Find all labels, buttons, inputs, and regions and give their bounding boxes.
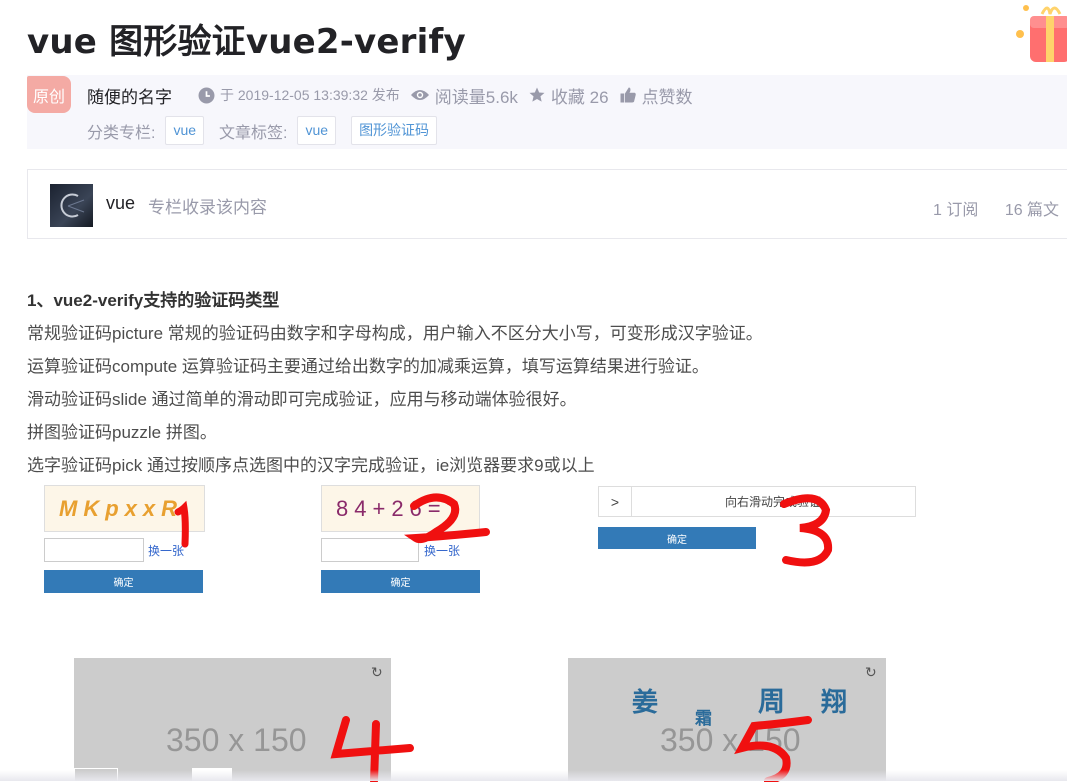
column-avatar — [50, 184, 93, 227]
annotation-number-2 — [403, 493, 490, 544]
gift-icon[interactable] — [1012, 0, 1067, 66]
compute-captcha-input[interactable] — [321, 538, 419, 562]
original-badge: 原创 — [27, 76, 71, 113]
pick-captcha-image[interactable] — [568, 658, 886, 781]
column-posts: 16 篇文 — [1004, 202, 1060, 219]
compute-confirm-button[interactable]: 确定 — [321, 570, 480, 593]
pick-refresh-icon[interactable]: ↻ — [865, 664, 877, 681]
column-logo-icon — [60, 193, 85, 218]
content-line: 拼图验证码puzzle 拼图。 — [27, 423, 217, 442]
tag-vue[interactable]: vue — [297, 116, 337, 145]
tags-row: 分类专栏: vue 文章标签: vue 图形验证码 — [87, 116, 452, 145]
picture-confirm-button[interactable]: 确定 — [44, 570, 203, 593]
publish-time-text: 于 2019-12-05 13:39:32 发布 — [220, 87, 400, 103]
slide-hint: 向右滑动完成验证 — [724, 495, 821, 509]
slide-handle[interactable]: > — [599, 487, 632, 516]
pick-char[interactable]: 霜 — [695, 704, 712, 729]
thumbs-up-icon — [620, 87, 636, 103]
column-description: 专栏收录该内容 — [148, 198, 267, 217]
annotation-number-1 — [174, 500, 189, 548]
chevron-right-icon: > — [610, 493, 620, 510]
content-heading: 1、vue2-verify支持的验证码类型 — [27, 291, 280, 310]
pick-char[interactable]: 姜 — [632, 682, 658, 719]
article-meta-row: 随便的名字 于 2019-12-05 13:39:32 发布 阅读量5.6k 收… — [87, 83, 703, 108]
content-line: 选字验证码pick 通过按顺序点选图中的汉字完成验证，ie浏览器要求9或以上 — [27, 456, 595, 475]
slide-confirm-button[interactable]: 确定 — [598, 527, 756, 549]
content-line: 常规验证码picture 常规的验证码由数字和字母构成，用户输入不区分大小写，可… — [27, 324, 763, 343]
article-title: vue 图形验证vue2-verify — [27, 22, 466, 62]
read-count: 阅读量5.6k — [410, 83, 518, 108]
column-name[interactable]: vue — [106, 193, 135, 214]
favorite-count[interactable]: 收藏 26 — [528, 83, 609, 108]
puzzle-placeholder-text: 350 x 150 — [166, 722, 307, 758]
tag-captcha[interactable]: 图形验证码 — [351, 116, 438, 145]
bottom-shadow — [0, 770, 1067, 781]
column-card[interactable]: vue 专栏收录该内容 1 订阅 16 篇文 — [27, 169, 1067, 239]
eye-icon — [410, 90, 429, 100]
pick-char[interactable]: 翔 — [821, 682, 847, 719]
author-link[interactable]: 随便的名字 — [87, 83, 172, 108]
picture-captcha-input[interactable] — [44, 538, 144, 562]
content-line: 运算验证码compute 运算验证码主要通过给出数字的加减乘运算，填写运算结果进… — [27, 357, 709, 376]
annotation-number-3 — [780, 494, 833, 567]
favorite-count-text: 收藏 26 — [550, 87, 609, 107]
article-content: 1、vue2-verify支持的验证码类型 常规验证码picture 常规的验证… — [27, 284, 763, 482]
slide-captcha-bar[interactable]: > 向右滑动完成验证 — [598, 486, 916, 517]
category-tag-vue[interactable]: vue — [165, 116, 205, 145]
publish-time: 于 2019-12-05 13:39:32 发布 — [198, 85, 400, 105]
read-count-text: 阅读量5.6k — [434, 87, 518, 107]
tags-label: 文章标签: — [219, 124, 288, 142]
puzzle-refresh-icon[interactable]: ↻ — [371, 664, 383, 681]
star-icon — [529, 87, 545, 102]
column-stats: 1 订阅 16 篇文 — [933, 196, 1067, 220]
like-count-text: 点赞数 — [641, 87, 693, 107]
picture-captcha-text: MKpxxR — [59, 495, 184, 521]
like-count[interactable]: 点赞数 — [619, 83, 693, 108]
category-label: 分类专栏: — [87, 124, 156, 142]
clock-icon — [198, 87, 215, 103]
column-subscribers: 1 订阅 — [933, 202, 979, 219]
content-line: 滑动验证码slide 通过简单的滑动即可完成验证，应用与移动端体验很好。 — [27, 390, 577, 409]
